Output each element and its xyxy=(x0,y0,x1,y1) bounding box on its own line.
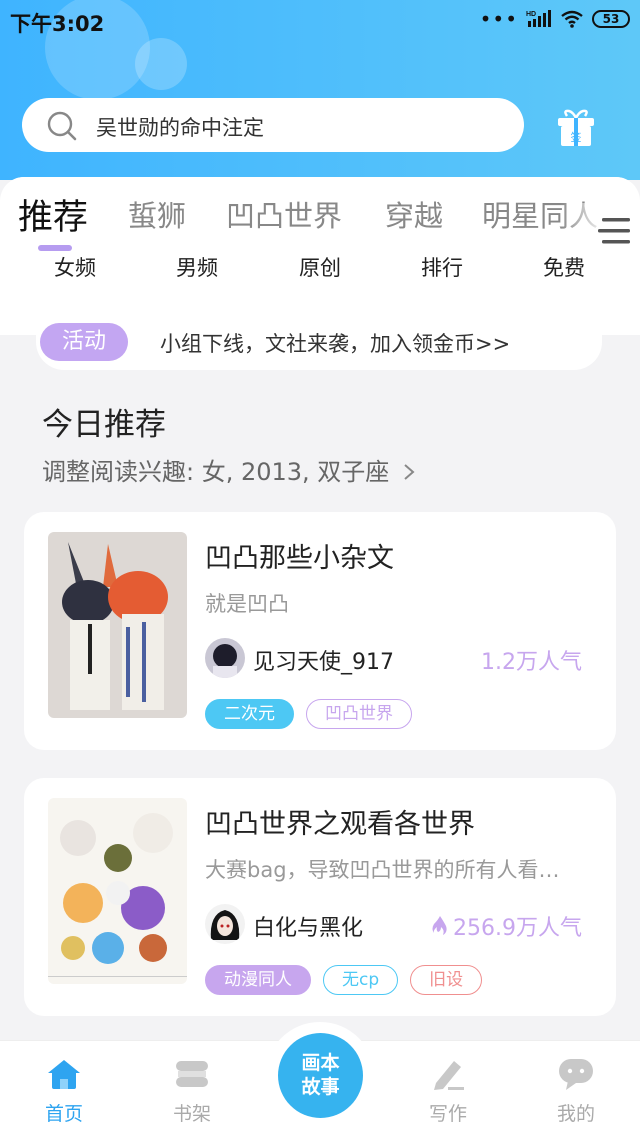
battery-indicator: 53 xyxy=(592,10,630,28)
reading-interest-link[interactable]: 调整阅读兴趣: 女, 2013, 双子座 xyxy=(42,452,417,487)
search-icon xyxy=(47,111,77,141)
wifi-icon xyxy=(561,10,583,28)
author-avatar xyxy=(205,904,245,944)
nav-me-label: 我的 xyxy=(556,1103,595,1125)
search-placeholder: 吴世勋的命中注定 xyxy=(96,116,264,140)
tag[interactable]: 动漫同人 xyxy=(205,965,311,995)
tag[interactable]: 旧设 xyxy=(410,965,483,995)
popularity-count: 1.2万人气 xyxy=(481,644,582,676)
book-card[interactable]: 凹凸世界之观看各世界 大赛bag，导致凹凸世界的所有人看… 白化与黑化 256.… xyxy=(24,778,616,1016)
tab-zheshi[interactable]: 蜇狮 xyxy=(128,193,186,235)
nav-shelf[interactable]: 书架 xyxy=(142,1041,242,1138)
signal-icon: HD xyxy=(526,10,551,27)
book-description: 大赛bag，导致凹凸世界的所有人看… xyxy=(205,858,560,882)
author-name: 见习天使_917 xyxy=(253,650,394,675)
picture-story-button[interactable]: 画本 故事 xyxy=(278,1033,363,1118)
book-title: 凹凸世界之观看各世界 xyxy=(205,809,475,840)
tab-time-travel[interactable]: 穿越 xyxy=(385,193,443,235)
popularity-text: 1.2万人气 xyxy=(481,650,582,675)
chevron-right-icon xyxy=(404,464,415,480)
active-tab-indicator xyxy=(38,245,72,251)
nav-write-label: 写作 xyxy=(428,1103,467,1125)
activity-text: 小组下线，文社来袭，加入领金币>> xyxy=(160,332,511,356)
book-card[interactable]: 凹凸那些小杂文 就是凹凸 见习天使_917 1.2万人气 二次元 凹凸世界 xyxy=(24,512,616,750)
status-bar: 下午3:02 ••• HD 53 xyxy=(0,0,640,40)
sub-tabs: 女频 男频 原创 排行 免费 xyxy=(0,252,640,282)
pencil-icon xyxy=(434,1061,464,1090)
tag[interactable]: 二次元 xyxy=(205,699,294,729)
subtab-free[interactable]: 免费 xyxy=(514,252,614,282)
bookshelf-icon xyxy=(176,1061,208,1087)
home-icon xyxy=(48,1060,80,1089)
book-title: 凹凸那些小杂文 xyxy=(205,543,394,574)
tag[interactable]: 无cp xyxy=(323,965,399,995)
tag[interactable]: 凹凸世界 xyxy=(306,699,412,729)
subtab-male[interactable]: 男频 xyxy=(147,252,247,282)
author-avatar xyxy=(205,638,245,678)
subtab-female[interactable]: 女频 xyxy=(25,252,125,282)
fire-icon xyxy=(432,916,447,935)
reading-interest-text: 调整阅读兴趣: 女, 2013, 双子座 xyxy=(42,458,390,486)
nav-home[interactable]: 首页 xyxy=(14,1041,114,1138)
status-icons: ••• HD 53 xyxy=(480,9,630,29)
tab-aotu-world[interactable]: 凹凸世界 xyxy=(226,193,342,235)
center-button-line2: 故事 xyxy=(301,1076,340,1098)
nav-me[interactable]: 我的 xyxy=(526,1041,626,1138)
category-panel: 推荐 蜇狮 凹凸世界 穿越 明星同人 女频 男频 原创 排行 免费 xyxy=(0,177,640,335)
search-input[interactable]: 吴世勋的命中注定 xyxy=(22,98,524,152)
popularity-text: 256.9万人气 xyxy=(453,916,582,941)
section-title: 今日推荐 xyxy=(42,407,166,443)
more-dots-icon: ••• xyxy=(479,7,518,31)
book-description: 就是凹凸 xyxy=(205,592,289,616)
nav-shelf-label: 书架 xyxy=(172,1103,211,1125)
activity-badge: 活动 xyxy=(40,323,128,361)
nav-write[interactable]: 写作 xyxy=(398,1041,498,1138)
subtab-original[interactable]: 原创 xyxy=(270,252,370,282)
svg-text:HD: HD xyxy=(526,11,536,18)
svg-text:签: 签 xyxy=(571,130,582,144)
author-name: 白化与黑化 xyxy=(253,916,364,941)
popularity-count: 256.9万人气 xyxy=(431,910,582,942)
decor-bubble-small xyxy=(135,38,187,90)
book-tags: 动漫同人 无cp 旧设 xyxy=(205,965,483,995)
book-cover xyxy=(48,532,187,718)
activity-banner[interactable]: 活动 小组下线，文社来袭，加入领金币>> xyxy=(36,314,602,370)
subtab-ranking[interactable]: 排行 xyxy=(392,252,492,282)
tab-recommend[interactable]: 推荐 xyxy=(18,189,88,240)
menu-icon[interactable] xyxy=(598,216,634,246)
category-tabs: 推荐 蜇狮 凹凸世界 穿越 明星同人 xyxy=(0,193,640,263)
book-cover xyxy=(48,798,187,984)
book-tags: 二次元 凹凸世界 xyxy=(205,699,412,729)
main-content: 推荐 蜇狮 凹凸世界 穿越 明星同人 女频 男频 原创 排行 免费 活动 小组下… xyxy=(0,177,640,1047)
gift-sign-in-icon[interactable]: 签 xyxy=(555,108,597,148)
nav-home-label: 首页 xyxy=(44,1103,83,1125)
center-button-line1: 画本 xyxy=(301,1052,340,1074)
status-time: 下午3:02 xyxy=(10,12,105,36)
chat-bubble-icon xyxy=(559,1059,593,1090)
